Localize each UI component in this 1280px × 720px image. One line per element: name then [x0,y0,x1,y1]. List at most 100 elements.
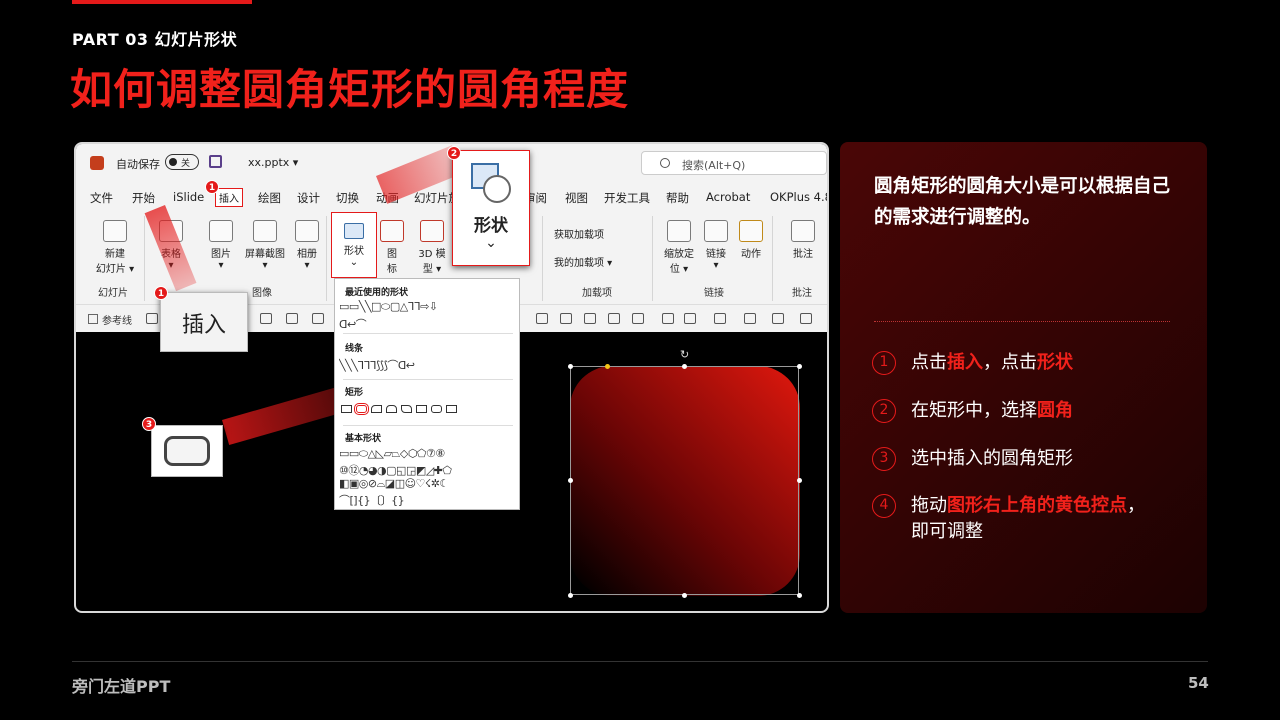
crop-icon[interactable] [260,313,272,324]
album-icon [295,220,319,242]
group-divider [326,216,327,301]
step-item: 3 选中插入的圆角矩形 [872,446,1192,472]
shape-fill-icon[interactable] [684,313,696,324]
section-label: PART 03 幻灯片形状 [72,30,238,49]
model3d-button[interactable]: 3D 模 型 ▾ [412,220,452,275]
gridlines-checkbox[interactable] [88,314,98,324]
gallery-row[interactable]: ▭▭⬭△◺▱⏢◇⬡⬠⑦⑧ [339,447,517,461]
tab-developer[interactable]: 开发工具 [604,190,650,206]
tab-design[interactable]: 设计 [297,190,320,206]
autosave-toggle[interactable]: 关 [165,154,199,170]
rectangle-shape-icon[interactable] [341,405,352,413]
align-icon[interactable] [286,313,298,324]
rectangle-shape-icon[interactable] [446,405,457,413]
picture-button[interactable]: 图片 ▾ [204,220,238,271]
tab-draw[interactable]: 绘图 [258,190,281,206]
align-middle-icon[interactable] [608,313,620,324]
resize-handle[interactable] [797,364,802,369]
search-input[interactable]: 搜索(Alt+Q) [641,151,827,175]
shape-outline-icon[interactable] [714,313,726,324]
resize-handle[interactable] [797,478,802,483]
tab-okplus[interactable]: OKPlus 4.8 [770,190,827,204]
footer-divider [72,661,1208,662]
gallery-row[interactable]: ⑩⑫◔◕◑▢◱◲◩◿✚⬠ [339,462,517,478]
file-name[interactable]: xx.pptx ▾ [248,156,298,169]
action-button[interactable]: 动作 [736,220,766,260]
screenshot-button[interactable]: 屏幕截图 ▾ [240,220,290,271]
tab-help[interactable]: 帮助 [666,190,689,206]
tab-acrobat[interactable]: Acrobat [706,190,750,204]
gallery-row[interactable]: ⌒[]{}〔〕{} [339,492,517,508]
snip-rectangle-icon[interactable] [401,405,412,413]
save-icon[interactable] [209,155,222,168]
shapes-button-zoom: 形状 ⌄ [452,150,530,266]
tab-file[interactable]: 文件 [90,190,113,206]
icons-button[interactable]: 图 标 [378,220,406,275]
resize-handle[interactable] [797,593,802,598]
shapes-zoom-label: 形状 [474,216,508,236]
resize-handle[interactable] [568,593,573,598]
comment-button[interactable]: 批注 [786,220,820,260]
tab-insert[interactable]: 插入 [215,188,243,207]
gridlines-label: 参考线 [102,316,132,327]
page-number: 54 [1188,674,1209,692]
model3d-label: 3D 模 型 ▾ [418,249,446,275]
tab-transitions[interactable]: 切换 [336,190,359,206]
step-number: 4 [872,494,896,518]
arrange-icon[interactable] [800,313,812,324]
picture-icon [209,220,233,242]
album-button[interactable]: 相册 ▾ [290,220,324,271]
rotate-handle-icon[interactable]: ↻ [680,348,689,361]
new-slide-label: 新建 幻灯片 ▾ [95,249,135,275]
search-icon [660,158,670,168]
insert-tab-zoom: 插入 [160,292,248,352]
align-center-icon[interactable] [560,313,572,324]
group-label-comments: 批注 [792,288,812,299]
corner-adjust-handle[interactable] [605,364,610,369]
snip-rectangle-icon[interactable] [371,405,382,413]
rounded-rectangle-icon[interactable] [354,403,369,415]
step-number: 3 [872,447,896,471]
tab-view[interactable]: 视图 [565,190,588,206]
step-highlight: 图形右上角的黄色控点 [947,495,1127,516]
icons-label: 图 标 [387,249,397,275]
gallery-row[interactable]: ╲╲╲ᒣᒣᒣ⟆⟆⟆⌒ᗡ↩ [339,357,517,373]
new-slide-button[interactable]: 新建 幻灯片 ▾ [92,220,138,275]
shapes-button[interactable]: 形状 ⌄ [331,212,377,278]
shape-effect-icon[interactable] [772,313,784,324]
album-label: 相册 ▾ [297,249,317,271]
ruler-icon[interactable] [146,313,158,324]
rounded-rectangle-icon[interactable] [431,405,442,413]
shapes-icon [344,223,364,239]
align-top-icon[interactable] [584,313,596,324]
tab-home[interactable]: 开始 [132,190,155,206]
tab-islide[interactable]: iSlide [173,190,204,204]
resize-handle[interactable] [682,593,687,598]
align-left-icon[interactable] [536,313,548,324]
rectangle-shape-icon[interactable] [416,405,427,413]
resize-handle[interactable] [568,478,573,483]
text-box-icon[interactable] [662,313,674,324]
text-fill-icon[interactable] [744,313,756,324]
gallery-row[interactable]: ᗡ↩⌒ [339,316,517,332]
resize-handle[interactable] [682,364,687,369]
link-button[interactable]: 链接 ▾ [702,220,730,271]
gallery-row[interactable]: ▭▭╲╲□⬭▢△ᒣᒣ⇨⇩ [339,300,517,314]
gallery-row[interactable]: ◧▣◎⊘⌓◪◫☺♡☇✲☾ [339,477,517,491]
dotted-divider [874,321,1170,322]
step-text: 点击 [911,352,947,373]
snip-rectangle-icon[interactable] [386,405,397,413]
my-addins-button[interactable]: 我的加载项 ▾ [554,254,644,269]
star-icon[interactable] [312,313,324,324]
align-bottom-icon[interactable] [632,313,644,324]
get-addins-button[interactable]: 获取加载项 [554,226,634,241]
zoom-button[interactable]: 缩放定 位 ▾ [662,220,696,275]
cube-icon [420,220,444,242]
step-badge-1: 1 [205,180,219,194]
step-badge-2: 2 [447,146,461,160]
get-addins-label: 获取加载项 [554,230,604,241]
step-badge-3: 3 [142,417,156,431]
group-label-addins: 加载项 [582,288,612,299]
gallery-divider [343,333,513,334]
resize-handle[interactable] [568,364,573,369]
